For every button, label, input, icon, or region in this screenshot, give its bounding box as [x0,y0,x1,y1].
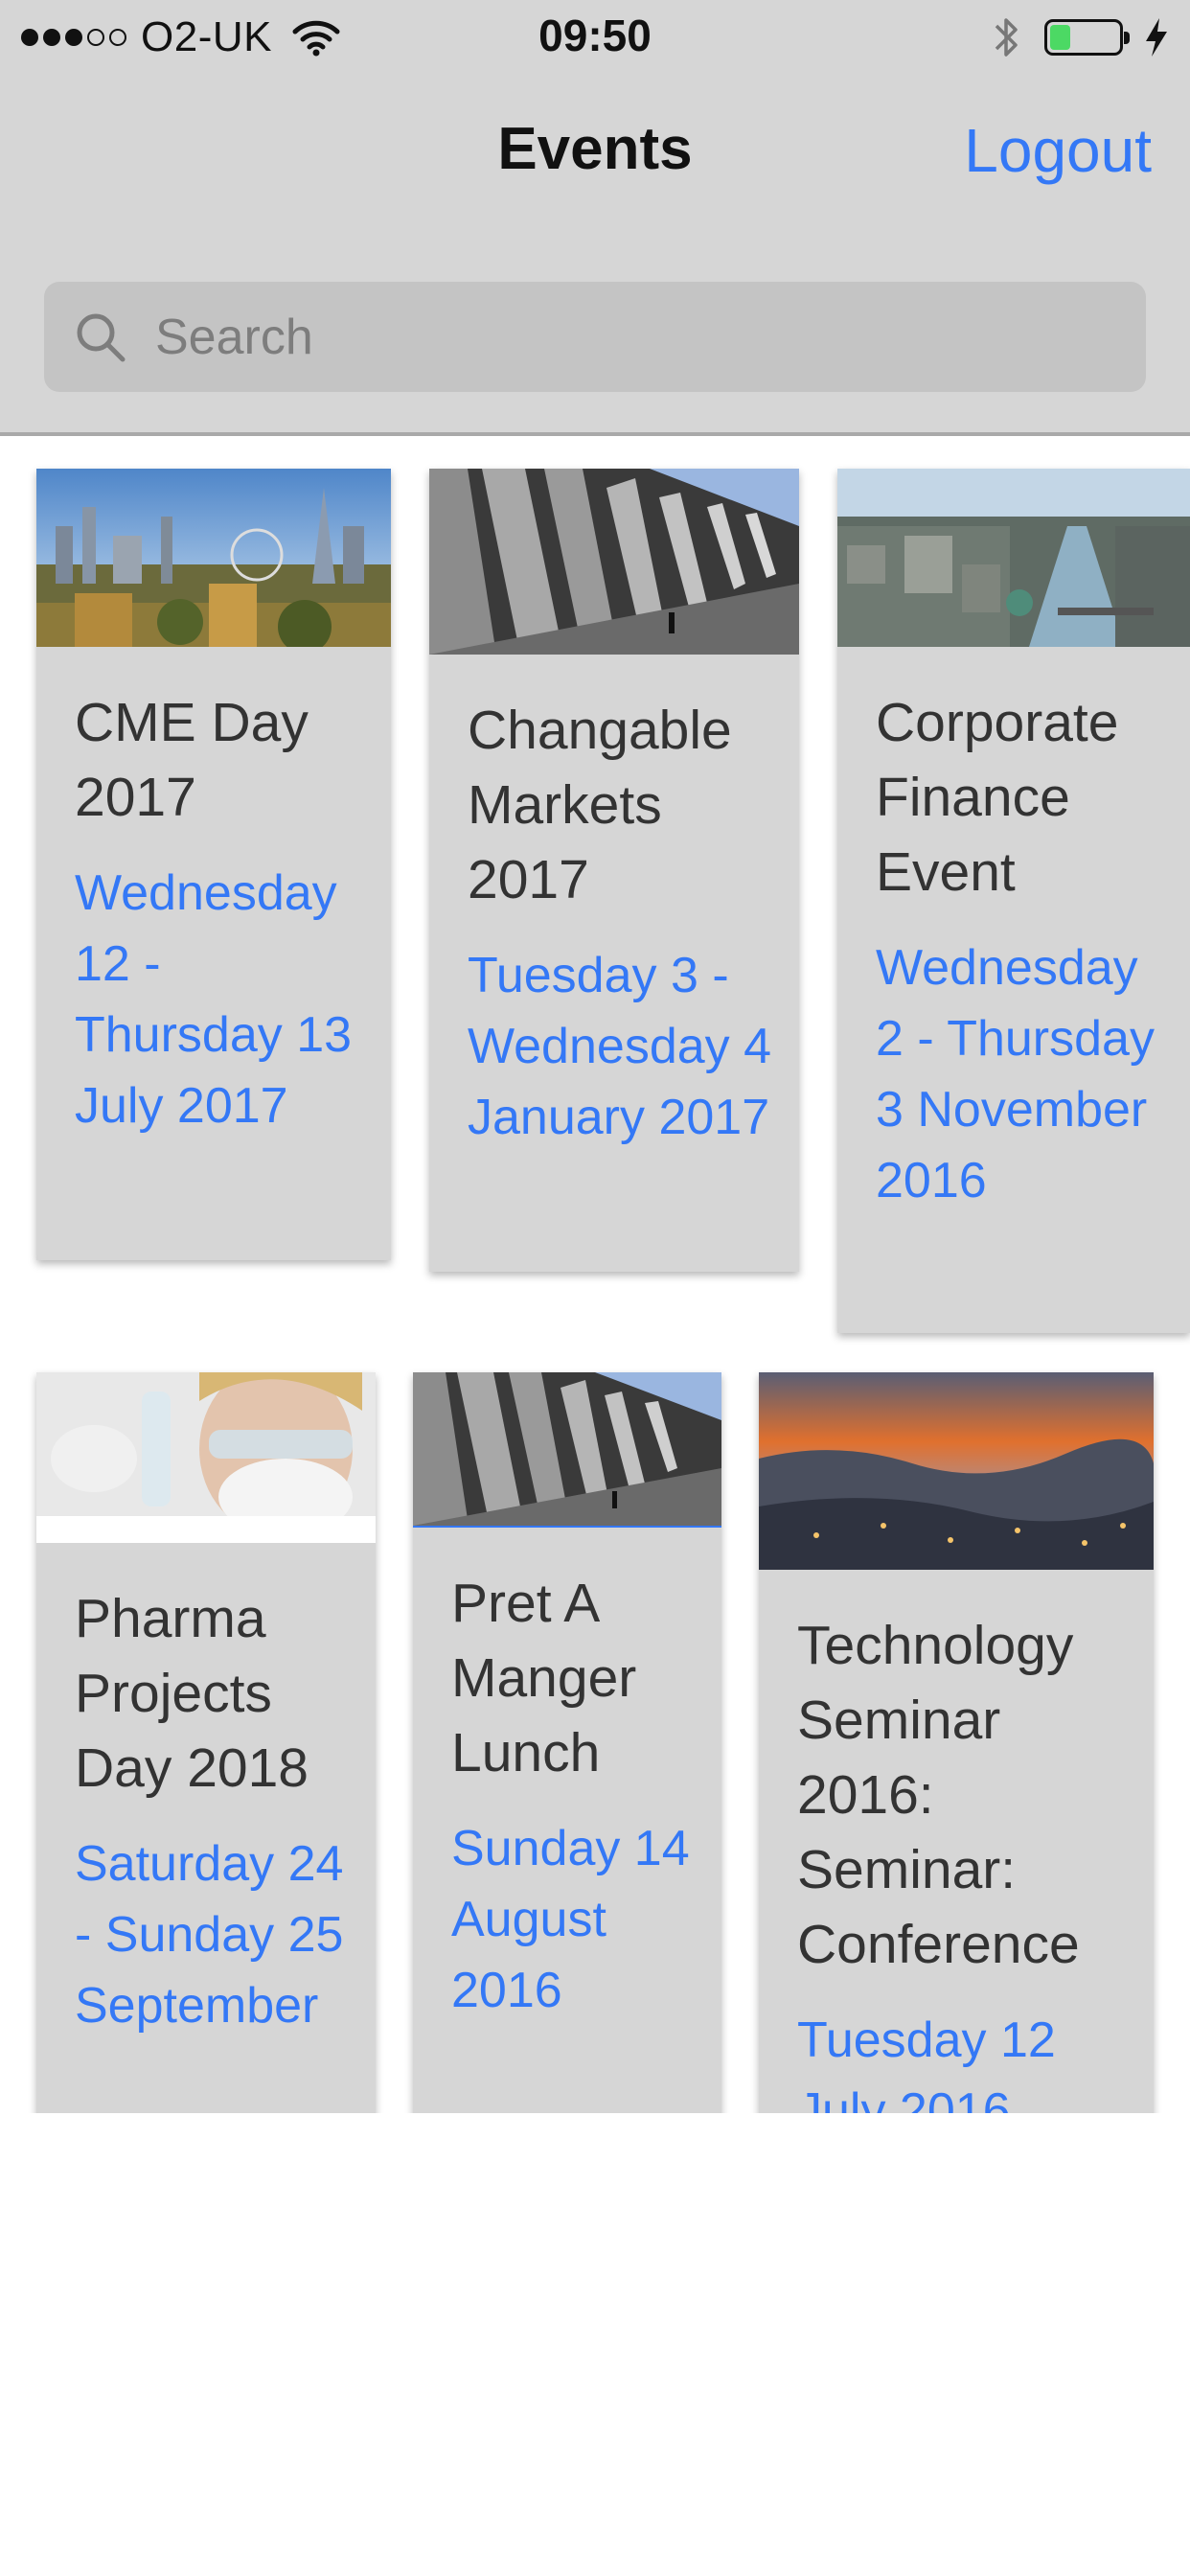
event-image-scientist [36,1372,376,1543]
event-dates: Saturday 24 - Sunday 25 September [75,1836,344,2034]
search-input[interactable] [153,307,1115,367]
event-image-city-skyline [36,469,391,647]
bluetooth-icon [995,18,1018,57]
event-card[interactable]: CME Day 2017 Wednesday 12 - Thursday 13 … [36,469,391,1260]
event-dates: Tuesday 3 - Wednesday 4 January 2017 [468,948,772,1145]
battery-icon [1044,19,1130,56]
event-dates: Tuesday 12 July 2016 [797,2012,1056,2113]
charging-bolt-icon [1146,18,1167,57]
event-list: CME Day 2017 Wednesday 12 - Thursday 13 … [0,436,1190,2113]
event-dates: Wednesday 2 - Thursday 3 November 2016 [876,940,1155,1208]
event-dates: Sunday 14 August 2016 [451,1821,690,2018]
event-title: Changable Markets 2017 [468,700,732,910]
event-card[interactable]: Pret A Manger Lunch Sunday 14 August 201… [413,1372,721,2113]
event-dates: Wednesday 12 - Thursday 13 July 2017 [75,865,353,1134]
event-card[interactable]: Technology Seminar 2016: Seminar: Confer… [759,1372,1154,2113]
search-icon [77,313,126,361]
event-title: Technology Seminar 2016: Seminar: Confer… [797,1615,1080,1975]
battery-level [1050,25,1070,50]
event-image-columns [413,1372,721,1528]
status-right [991,12,1171,63]
search-bar[interactable] [44,282,1146,392]
event-title: CME Day 2017 [75,692,309,828]
event-title: Corporate Finance Event [876,692,1119,903]
event-image-sunset-city [759,1372,1154,1570]
event-image-columns [429,469,799,655]
event-card[interactable]: Corporate Finance Event Wednesday 2 - Th… [837,469,1190,1333]
event-card[interactable]: Changable Markets 2017 Tuesday 3 - Wedne… [429,469,799,1272]
event-title: Pharma Projects Day 2018 [75,1588,309,1799]
header-area: O2-UK 09:50 Events Logout [0,0,1190,436]
event-card[interactable]: Pharma Projects Day 2018 Saturday 24 - S… [36,1372,376,2113]
event-title: Pret A Manger Lunch [451,1573,637,1783]
logout-button[interactable]: Logout [964,115,1152,186]
event-image-river-city [837,469,1190,647]
